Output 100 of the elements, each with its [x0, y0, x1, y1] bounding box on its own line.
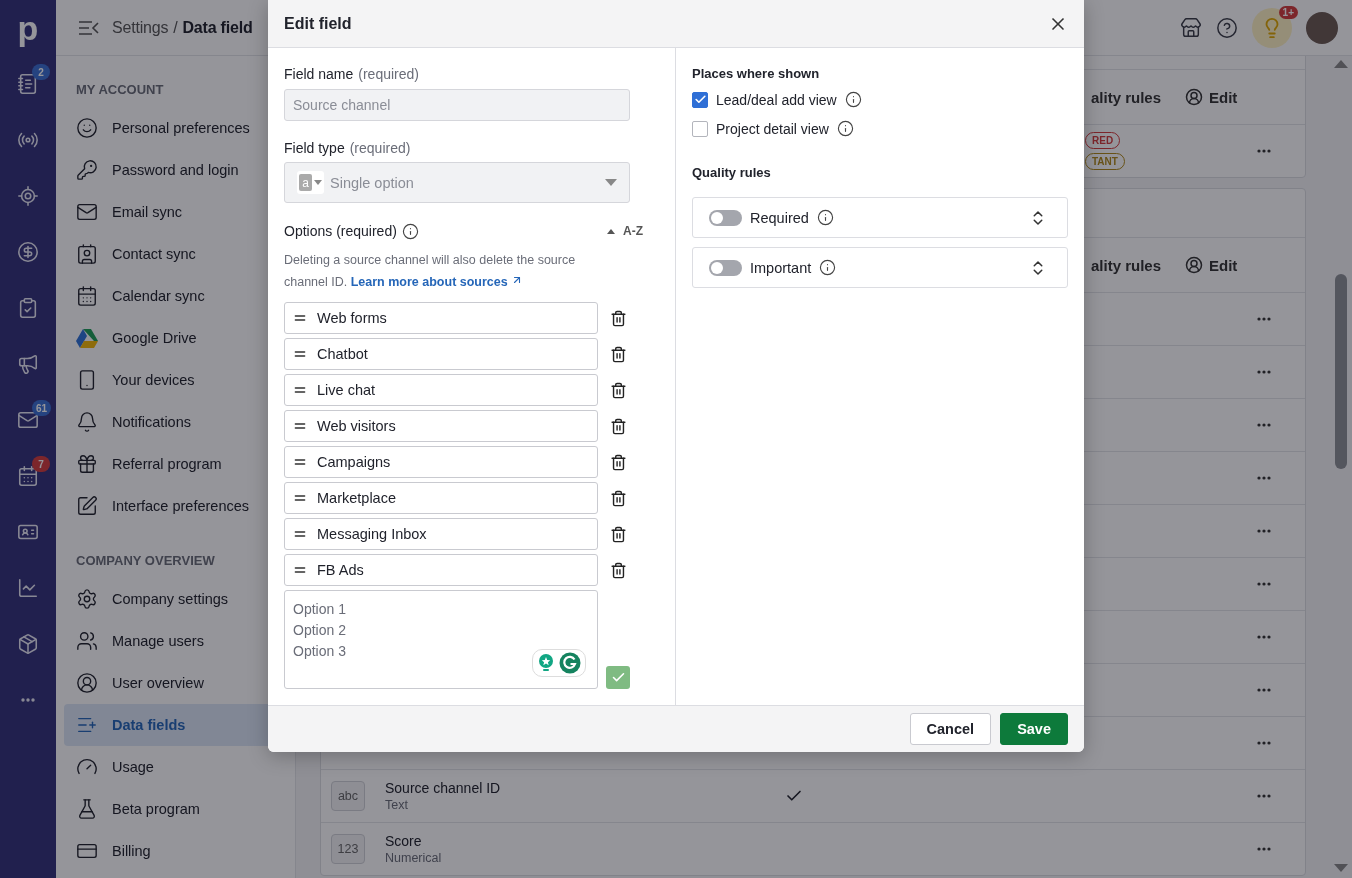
- delete-button[interactable]: [610, 345, 627, 363]
- sidebar-item[interactable]: Usage: [76, 746, 154, 788]
- delete-button[interactable]: [610, 525, 627, 543]
- new-options-field[interactable]: Option 1 Option 2 Option 3: [284, 590, 598, 689]
- clipboard-icon: [17, 297, 39, 319]
- logo[interactable]: p: [17, 0, 39, 56]
- caret-icon: [605, 179, 617, 186]
- count-badge: 7: [32, 456, 50, 472]
- save-button[interactable]: Save: [1000, 713, 1068, 745]
- more-button[interactable]: [1255, 368, 1273, 376]
- store-button[interactable]: [1180, 16, 1202, 39]
- trash-icon: [610, 453, 627, 471]
- checkbox[interactable]: [692, 91, 708, 108]
- option-field[interactable]: Campaigns: [284, 446, 598, 478]
- more-button[interactable]: [1255, 421, 1273, 429]
- trash-icon: [610, 489, 627, 507]
- rule-label: Important: [750, 259, 812, 276]
- edit-link[interactable]: Edit: [1185, 88, 1255, 106]
- option-field[interactable]: Web visitors: [284, 410, 598, 442]
- learn-more-link[interactable]: Learn more about sources: [350, 275, 524, 289]
- checkbox[interactable]: [692, 120, 708, 137]
- info-icon: [836, 120, 854, 137]
- option-field[interactable]: Web forms: [284, 302, 598, 334]
- sidebar-item[interactable]: Referral program: [76, 443, 222, 485]
- field-label: Options (required): [284, 223, 397, 239]
- sidebar-item[interactable]: Email sync: [76, 191, 183, 233]
- option-field[interactable]: FB Ads: [284, 554, 598, 586]
- section-title: MY ACCOUNT: [75, 81, 165, 99]
- checkbox-label: Lead/deal add view: [716, 91, 837, 108]
- more-button[interactable]: [1255, 633, 1273, 641]
- mail-icon: [76, 201, 98, 223]
- rail-button[interactable]: 2: [0, 56, 56, 112]
- notebook-icon: [17, 73, 39, 95]
- collapse-menu-icon[interactable]: [78, 19, 100, 36]
- rail-button[interactable]: 7: [0, 448, 56, 504]
- sidebar-item[interactable]: Manage users: [76, 620, 204, 662]
- sidebar-item[interactable]: Company settings: [76, 578, 229, 620]
- more-button[interactable]: [1255, 845, 1273, 853]
- sidebar-item[interactable]: Your devices: [76, 359, 195, 401]
- more-button[interactable]: [1255, 739, 1273, 747]
- delete-button[interactable]: [610, 417, 627, 435]
- delete-button[interactable]: [610, 561, 627, 579]
- sidebar-item[interactable]: Google Drive: [76, 317, 197, 359]
- field-label: Field type: [284, 140, 345, 156]
- option-field[interactable]: Chatbot: [284, 338, 598, 370]
- store-icon: [1180, 16, 1202, 39]
- sort-button[interactable]: A-Z: [607, 224, 643, 238]
- more-icon: [1257, 582, 1271, 586]
- avatar[interactable]: [1306, 11, 1338, 44]
- more-button[interactable]: [1255, 686, 1273, 694]
- more-button[interactable]: [1255, 315, 1273, 323]
- more-button[interactable]: [1255, 527, 1273, 535]
- option-field[interactable]: Marketplace: [284, 482, 598, 514]
- type-letter: a: [299, 174, 312, 191]
- sidebar-item[interactable]: Billing: [76, 830, 151, 872]
- rule-tag: TANT: [1085, 153, 1125, 170]
- delete-button[interactable]: [610, 489, 627, 507]
- sidebar-item[interactable]: Calendar sync: [76, 275, 205, 317]
- option-field[interactable]: Live chat: [284, 374, 598, 406]
- sidebar-item[interactable]: Interface preferences: [76, 485, 250, 527]
- sidebar-item[interactable]: Contact sync: [76, 233, 196, 275]
- more-icon: [1257, 741, 1271, 745]
- more-button[interactable]: [1255, 580, 1273, 588]
- breadcrumb-separator: /: [173, 18, 178, 37]
- section-title: COMPANY OVERVIEW: [75, 552, 216, 570]
- breadcrumb-link[interactable]: Settings: [112, 18, 169, 37]
- section-title: Places where shown: [692, 66, 821, 81]
- cancel-button[interactable]: Cancel: [909, 713, 992, 745]
- option-field[interactable]: Messaging Inbox: [284, 518, 598, 550]
- grammar-assistant-icon[interactable]: [559, 652, 581, 674]
- field-name: Source channel ID: [385, 780, 501, 796]
- more-icon: [1257, 370, 1271, 374]
- tips-button[interactable]: [1252, 7, 1292, 48]
- sidebar-item[interactable]: User overview: [76, 662, 204, 704]
- toggle-switch[interactable]: [709, 259, 742, 276]
- lightbulb-icon[interactable]: [537, 653, 555, 673]
- users-icon: [76, 630, 98, 652]
- select-value: Single option: [330, 174, 415, 191]
- sidebar-item[interactable]: Password and login: [76, 149, 239, 191]
- delete-button[interactable]: [610, 309, 627, 327]
- sidebar-item[interactable]: Notifications: [76, 401, 191, 443]
- column-header: ality rules: [1091, 88, 1163, 106]
- help-button[interactable]: [1216, 16, 1238, 39]
- delete-button[interactable]: [610, 381, 627, 399]
- more-button[interactable]: [1255, 474, 1273, 482]
- settings-icon: [76, 588, 98, 610]
- delete-button[interactable]: [610, 453, 627, 471]
- help-text: Deleting a source channel will also delete the source channel ID. Learn more about sources: [284, 252, 577, 291]
- toggle-switch[interactable]: [709, 209, 742, 226]
- required-hint: (required): [358, 66, 419, 82]
- trash-icon: [610, 309, 627, 327]
- dollar-icon: [17, 241, 39, 263]
- more-button[interactable]: [1255, 792, 1273, 800]
- sidebar-item[interactable]: Beta program: [76, 788, 200, 830]
- count-badge: 1+: [1278, 5, 1298, 19]
- gift-icon: [76, 453, 98, 475]
- more-button[interactable]: [1255, 147, 1273, 155]
- edit-link[interactable]: Edit: [1185, 256, 1255, 274]
- rail-button[interactable]: 61: [0, 392, 56, 448]
- sidebar-item[interactable]: Personal preferences: [76, 107, 250, 149]
